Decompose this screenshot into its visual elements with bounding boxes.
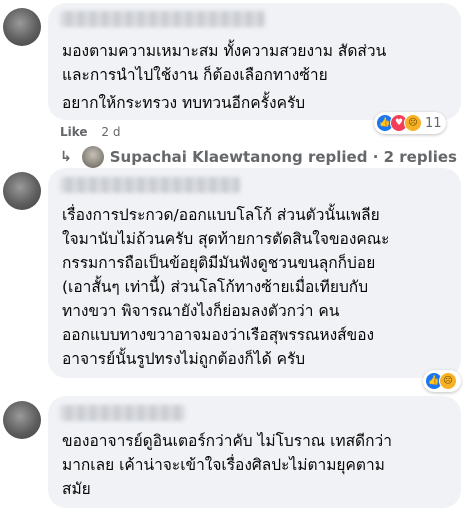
comment-time[interactable]: 2 d: [101, 125, 120, 139]
like-link[interactable]: Like: [60, 125, 88, 139]
view-replies-link[interactable]: ↳ Supachai Klaewtanong replied · 2 repli…: [60, 146, 457, 168]
reaction-summary[interactable]: 👍 ♥ ☹ 11: [374, 112, 446, 134]
comment-bubble: ของอาจารย์ดูอินเตอร์กว่าคับ ไม่โบราณ เทส…: [48, 396, 461, 508]
commenter-name-redacted[interactable]: [60, 11, 265, 27]
comment-bubble: มองตามความเหมาะสม ทั้งความสวยงาม สัดส่วน…: [48, 3, 461, 120]
commenter-avatar[interactable]: [3, 401, 41, 439]
comment-text-line: อยากให้กระทรวง ทบทวนอีกครั้งครับ: [62, 94, 306, 112]
replies-text: Supachai Klaewtanong replied · 2 replies: [109, 148, 457, 166]
commenter-name-redacted[interactable]: [60, 405, 185, 421]
sad-icon: ☹: [439, 372, 457, 390]
commenter-name-redacted[interactable]: [60, 177, 240, 193]
comment-bubble: เรื่องการประกวด/ออกแบบโลโก้ ส่วนตัวนั้นเ…: [48, 168, 461, 378]
comment-meta: Like 2 d: [60, 125, 120, 139]
commenter-avatar[interactable]: [3, 8, 41, 46]
replier-avatar: [81, 146, 104, 168]
commenter-avatar[interactable]: [3, 172, 41, 210]
reaction-summary[interactable]: 👍 ☹: [423, 370, 461, 392]
comment-text-line: และการนำไปใช้งาน ก็ต้องเลือกทางซ้าย: [62, 66, 328, 84]
sad-icon: ☹: [404, 114, 422, 132]
comment-text-line: อาจารย์นั้นรูปทรงไม่ถูกต้องก็ได้ ครับ: [62, 350, 306, 368]
comment-text-line: มากเลย เค้าน่าจะเข้าใจเรื่องศิลปะไม่ตามย…: [62, 456, 385, 474]
reply-arrow-icon: ↳: [60, 149, 72, 165]
reaction-count: 11: [425, 115, 442, 131]
